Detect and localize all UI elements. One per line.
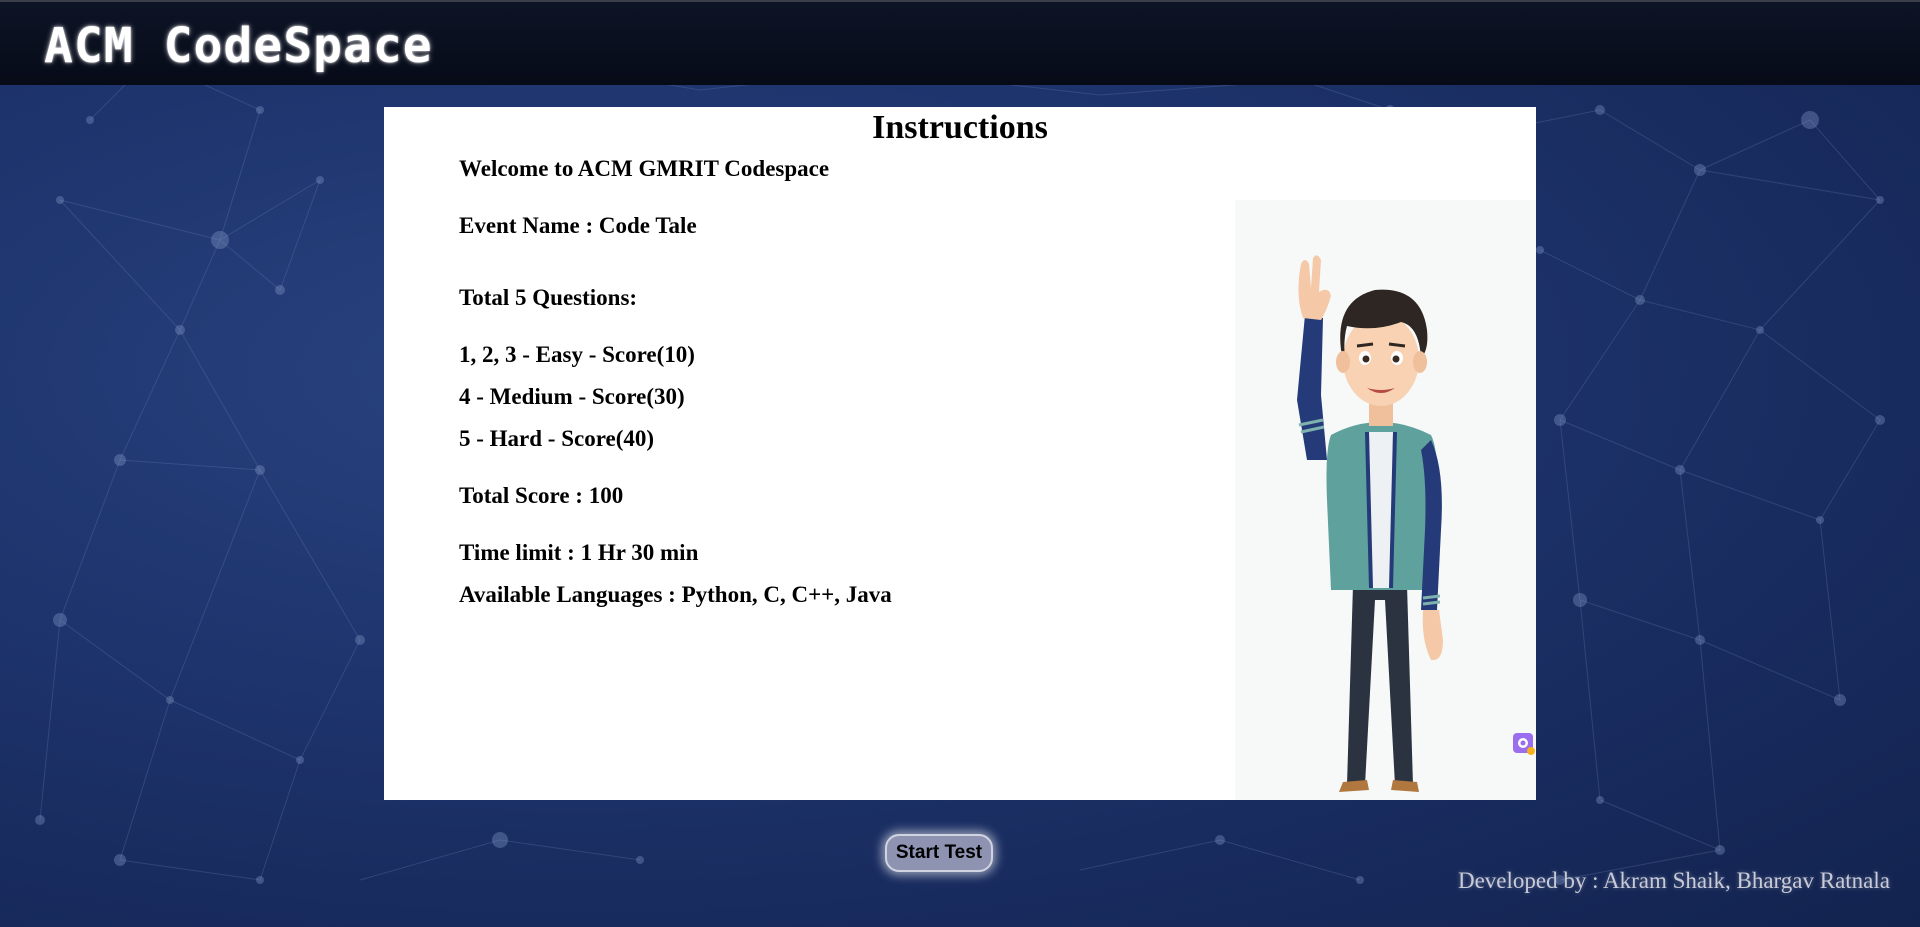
instructions-heading: Instructions	[872, 109, 1048, 146]
time-limit-text: Time limit : 1 Hr 30 min	[459, 540, 699, 565]
app-watermark-icon	[1513, 733, 1535, 755]
instructions-panel: Instructions Welcome to ACM GMRIT Codesp…	[384, 107, 1536, 800]
medium-question-text: 4 - Medium - Score(30)	[459, 384, 685, 409]
event-name-text: Event Name : Code Tale	[459, 213, 697, 238]
waving-man-illustration	[1235, 200, 1536, 800]
start-test-button[interactable]: Start Test	[885, 834, 993, 872]
app-title: ACM CodeSpace	[44, 18, 433, 74]
welcome-text: Welcome to ACM GMRIT Codespace	[459, 156, 830, 181]
developer-credit: Developed by : Akram Shaik, Bhargav Ratn…	[1457, 868, 1890, 893]
top-header: ACM CodeSpace	[0, 0, 1920, 85]
total-score-text: Total Score : 100	[459, 483, 624, 508]
hard-question-text: 5 - Hard - Score(40)	[459, 426, 655, 451]
total-questions-text: Total 5 Questions:	[459, 285, 638, 310]
languages-text: Available Languages : Python, C, C++, Ja…	[459, 582, 892, 607]
easy-questions-text: 1, 2, 3 - Easy - Score(10)	[459, 342, 695, 367]
